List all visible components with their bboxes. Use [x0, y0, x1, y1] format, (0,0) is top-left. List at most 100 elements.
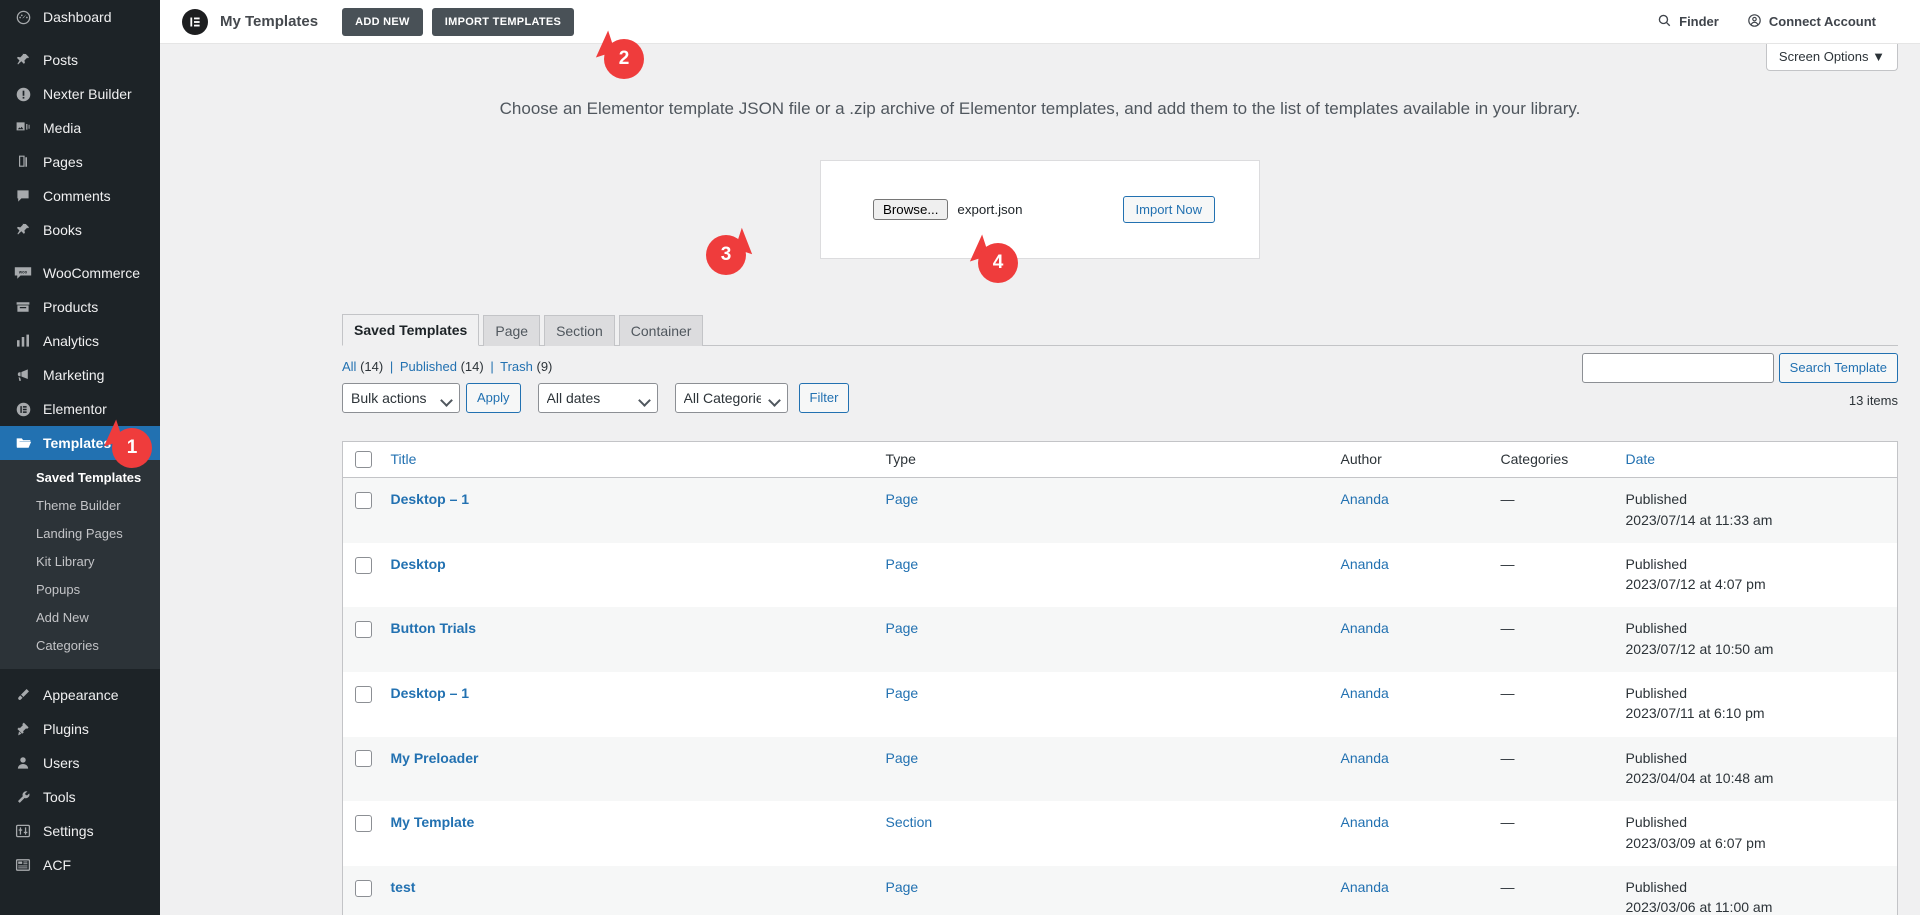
template-author-link[interactable]: Ananda [1341, 750, 1389, 766]
sidebar-item-acf[interactable]: ACF [0, 848, 160, 882]
sidebar-item-nexter-builder[interactable]: Nexter Builder [0, 77, 160, 111]
products-icon [11, 297, 35, 317]
template-author-link[interactable]: Ananda [1341, 491, 1389, 507]
import-templates-button[interactable]: IMPORT TEMPLATES [432, 8, 574, 36]
table-row[interactable]: Desktop – 1PageAnanda—Published2023/07/1… [343, 672, 1898, 737]
sidebar-item-label: Marketing [43, 367, 104, 383]
submenu-item-landing-pages[interactable]: Landing Pages [0, 520, 160, 548]
sidebar-item-users[interactable]: Users [0, 746, 160, 780]
template-type-link[interactable]: Page [886, 879, 919, 895]
connect-account-link[interactable]: Connect Account [1747, 13, 1876, 31]
submenu-item-theme-builder[interactable]: Theme Builder [0, 492, 160, 520]
column-header-title-link[interactable]: Title [391, 451, 417, 467]
pin-icon [11, 220, 35, 240]
template-title-link[interactable]: test [391, 879, 416, 895]
search-template-button[interactable]: Search Template [1779, 353, 1898, 383]
browse-button[interactable]: Browse... [873, 199, 948, 220]
row-select-cell [343, 866, 381, 915]
sidebar-item-woocommerce[interactable]: woo WooCommerce [0, 256, 160, 290]
table-row[interactable]: My PreloaderPageAnanda—Published2023/04/… [343, 737, 1898, 802]
template-title-link[interactable]: My Template [391, 814, 475, 830]
table-body: Desktop – 1PageAnanda—Published2023/07/1… [343, 478, 1898, 915]
sidebar-item-marketing[interactable]: Marketing [0, 358, 160, 392]
sidebar-item-dashboard[interactable]: Dashboard [0, 0, 160, 34]
column-header-date[interactable]: Date [1616, 441, 1898, 478]
search-input[interactable] [1582, 353, 1774, 383]
template-title-link[interactable]: Desktop – 1 [391, 685, 470, 701]
sidebar-item-templates[interactable]: Templates [0, 426, 160, 460]
table-row[interactable]: My TemplateSectionAnanda—Published2023/0… [343, 801, 1898, 866]
bulk-actions-wrapper: Bulk actions [342, 383, 460, 413]
template-title-link[interactable]: Desktop [391, 556, 446, 572]
row-checkbox[interactable] [355, 492, 372, 509]
template-author-link[interactable]: Ananda [1341, 620, 1389, 636]
row-checkbox[interactable] [355, 815, 372, 832]
categories-select[interactable]: All Categories [675, 383, 788, 413]
column-header-date-link[interactable]: Date [1626, 451, 1656, 467]
file-chooser: Browse... export.json [873, 199, 1022, 220]
table-row[interactable]: Button TrialsPageAnanda—Published2023/07… [343, 607, 1898, 672]
sidebar-item-books[interactable]: Books [0, 213, 160, 247]
table-row[interactable]: Desktop – 1PageAnanda—Published2023/07/1… [343, 478, 1898, 543]
row-select-cell [343, 543, 381, 608]
table-row[interactable]: DesktopPageAnanda—Published2023/07/12 at… [343, 543, 1898, 608]
sidebar-item-media[interactable]: Media [0, 111, 160, 145]
template-type-link[interactable]: Section [886, 814, 933, 830]
template-title-link[interactable]: My Preloader [391, 750, 479, 766]
acf-icon [11, 855, 35, 875]
apply-button[interactable]: Apply [466, 383, 521, 413]
row-select-cell [343, 672, 381, 737]
sidebar-item-settings[interactable]: Settings [0, 814, 160, 848]
template-author-link[interactable]: Ananda [1341, 814, 1389, 830]
sidebar-item-appearance[interactable]: Appearance [0, 678, 160, 712]
sidebar-item-posts[interactable]: Posts [0, 43, 160, 77]
select-all-checkbox[interactable] [355, 451, 372, 468]
row-checkbox[interactable] [355, 557, 372, 574]
sidebar-item-products[interactable]: Products [0, 290, 160, 324]
submenu-item-saved-templates[interactable]: Saved Templates [0, 464, 160, 492]
finder-link[interactable]: Finder [1657, 13, 1719, 31]
screen-options-tab[interactable]: Screen Options ▼ [1766, 44, 1898, 71]
row-checkbox[interactable] [355, 880, 372, 897]
row-checkbox[interactable] [355, 621, 372, 638]
submenu-item-categories[interactable]: Categories [0, 632, 160, 660]
tab-container[interactable]: Container [619, 315, 704, 346]
column-header-title[interactable]: Title [381, 441, 876, 478]
bulk-actions-select[interactable]: Bulk actions [342, 383, 460, 413]
dates-select[interactable]: All dates [538, 383, 658, 413]
template-author-link[interactable]: Ananda [1341, 556, 1389, 572]
table-row[interactable]: testPageAnanda—Published2023/03/06 at 11… [343, 866, 1898, 915]
sidebar-item-plugins[interactable]: Plugins [0, 712, 160, 746]
row-select-cell [343, 801, 381, 866]
submenu-item-popups[interactable]: Popups [0, 576, 160, 604]
row-checkbox[interactable] [355, 750, 372, 767]
template-type-link[interactable]: Page [886, 620, 919, 636]
tab-section[interactable]: Section [544, 315, 615, 346]
template-title-link[interactable]: Button Trials [391, 620, 477, 636]
template-type-link[interactable]: Page [886, 556, 919, 572]
sidebar-item-tools[interactable]: Tools [0, 780, 160, 814]
template-type-link[interactable]: Page [886, 491, 919, 507]
template-title-link[interactable]: Desktop – 1 [391, 491, 470, 507]
submenu-item-add-new[interactable]: Add New [0, 604, 160, 632]
template-author-link[interactable]: Ananda [1341, 879, 1389, 895]
view-published-link[interactable]: Published [400, 359, 457, 374]
template-type-link[interactable]: Page [886, 685, 919, 701]
add-new-button[interactable]: ADD NEW [342, 8, 423, 36]
tab-saved-templates[interactable]: Saved Templates [342, 314, 479, 346]
sidebar-item-pages[interactable]: Pages [0, 145, 160, 179]
sidebar-item-elementor[interactable]: Elementor [0, 392, 160, 426]
row-checkbox[interactable] [355, 686, 372, 703]
sidebar-item-comments[interactable]: Comments [0, 179, 160, 213]
view-trash-link[interactable]: Trash [500, 359, 533, 374]
view-all-link[interactable]: All [342, 359, 356, 374]
import-now-button[interactable]: Import Now [1123, 196, 1215, 223]
filter-button[interactable]: Filter [799, 383, 850, 413]
sidebar-item-label: Books [43, 222, 82, 238]
template-type-link[interactable]: Page [886, 750, 919, 766]
template-author-link[interactable]: Ananda [1341, 685, 1389, 701]
sidebar-item-analytics[interactable]: Analytics [0, 324, 160, 358]
row-author-cell: Ananda [1331, 801, 1491, 866]
tab-page[interactable]: Page [483, 315, 540, 346]
submenu-item-kit-library[interactable]: Kit Library [0, 548, 160, 576]
